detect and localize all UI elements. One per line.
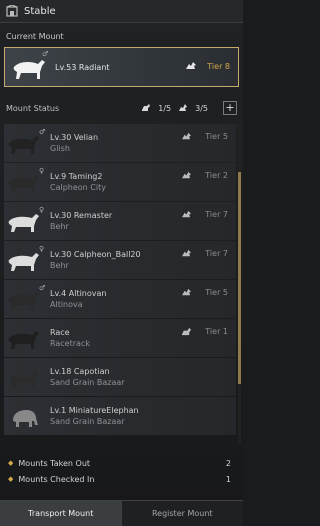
mount-location: Racetrack — [50, 338, 90, 348]
window-titlebar: Stable — [0, 0, 243, 23]
mount-row[interactable]: ♀ Lv.9 Taming2 Calpheon City Tier 2 — [4, 163, 236, 201]
winged-horse-icon — [186, 62, 197, 69]
bottom-tabs: Transport Mount Register Mount — [0, 500, 243, 526]
mount-row[interactable]: ♂ Lv.4 Altinovan Altinova Tier 5 — [4, 280, 236, 318]
current-mount-tier: Tier 8 — [185, 61, 230, 71]
mount-list-scrollbar[interactable] — [238, 124, 241, 444]
winged-count-icon — [179, 104, 188, 111]
window-title: Stable — [24, 5, 56, 17]
mount-list: ♂ Lv.30 Velian Glish Tier 5 ♀ Lv.9 Taming… — [4, 124, 236, 444]
stable-icon — [6, 5, 18, 17]
horse-icon — [8, 252, 39, 271]
mount-row[interactable]: Race Racetrack Tier 1 — [4, 319, 236, 357]
current-mount-name: Lv.53 Radiant — [55, 62, 110, 72]
mount-name: Lv.18 Capotian — [50, 366, 110, 376]
mount-location: Behr — [50, 221, 69, 231]
mount-tier: Tier 5 — [181, 132, 228, 141]
horse-icon — [8, 330, 39, 349]
current-mount-label: Current Mount — [6, 32, 64, 41]
current-mount-card[interactable]: ♂ Lv.53 Radiant Tier 8 — [4, 47, 239, 87]
mount-row[interactable]: Lv.18 Capotian Sand Grain Bazaar — [4, 358, 236, 396]
mount-name: Lv.9 Taming2 — [50, 171, 103, 181]
mount-location: Sand Grain Bazaar — [50, 416, 125, 426]
gender-icon: ♂ — [39, 128, 46, 136]
mount-count-1: 1/5 — [158, 103, 172, 113]
mount-status-header: Mount Status 1/5 3/5 + — [0, 87, 243, 119]
summary-checked-value: 1 — [225, 474, 231, 484]
horse-count-icon — [142, 104, 151, 111]
mount-count-2: 3/5 — [195, 103, 208, 113]
winged-horse-icon — [182, 210, 192, 218]
mount-location: Behr — [50, 260, 69, 270]
mount-summary: ◆ Mounts Taken Out 2 ◆ Mounts Checked In… — [4, 455, 239, 487]
winged-horse-icon — [182, 171, 192, 179]
horse-icon — [8, 174, 39, 193]
add-mount-button[interactable]: + — [223, 101, 237, 115]
horse-icon — [8, 135, 39, 154]
transport-mount-tab[interactable]: Transport Mount — [0, 501, 122, 526]
mount-name: Race — [50, 327, 70, 337]
mount-tier: Tier 1 — [181, 327, 228, 336]
mount-status-label: Mount Status — [6, 103, 60, 113]
mount-location: Sand Grain Bazaar — [50, 377, 125, 387]
mount-tier: Tier 7 — [181, 210, 228, 219]
mount-row[interactable]: ♂ Lv.30 Velian Glish Tier 5 — [4, 124, 236, 162]
current-mount-tier-text: Tier 8 — [207, 61, 230, 71]
mount-row[interactable]: ♀ Lv.30 Calpheon_Ball20 Behr Tier 7 — [4, 241, 236, 279]
horse-icon — [8, 291, 39, 310]
gender-icon: ♂ — [42, 50, 49, 58]
diamond-bullet-icon: ◆ — [8, 459, 14, 467]
mount-location: Glish — [50, 143, 70, 153]
scrollbar-thumb[interactable] — [238, 172, 241, 384]
mount-row[interactable]: Lv.1 MiniatureElephan Sand Grain Bazaar — [4, 397, 236, 435]
mount-location: Altinova — [50, 299, 83, 309]
horse-icon — [8, 213, 39, 232]
winged-horse-icon — [182, 132, 192, 140]
winged-horse-icon — [182, 249, 192, 257]
register-mount-tab[interactable]: Register Mount — [121, 501, 243, 526]
horse-head-icon — [182, 327, 192, 336]
mount-counts: 1/5 3/5 + — [141, 101, 237, 115]
winged-horse-icon — [182, 288, 192, 296]
gender-icon: ♀ — [39, 245, 45, 253]
gender-icon: ♂ — [39, 284, 46, 292]
summary-checked-label: Mounts Checked In — [18, 474, 95, 484]
mount-name: Lv.4 Altinovan — [50, 288, 107, 298]
summary-taken-value: 2 — [225, 458, 231, 468]
camel-icon — [10, 369, 38, 388]
summary-checked-row: ◆ Mounts Checked In 1 — [4, 471, 239, 487]
mount-name: Lv.30 Calpheon_Ball20 — [50, 249, 141, 259]
stable-window: Stable Current Mount ♂ Lv.53 Radiant Tie… — [0, 0, 243, 526]
summary-taken-label: Mounts Taken Out — [18, 458, 91, 468]
diamond-bullet-icon: ◆ — [8, 475, 14, 483]
gender-icon: ♀ — [39, 167, 45, 175]
mount-tier: Tier 7 — [181, 249, 228, 258]
mount-location: Calpheon City — [50, 182, 106, 192]
elephant-icon — [13, 409, 38, 427]
summary-taken-row: ◆ Mounts Taken Out 2 — [4, 455, 239, 471]
gender-icon: ♀ — [39, 206, 45, 214]
mount-name: Lv.30 Velian — [50, 132, 99, 142]
mount-tier: Tier 2 — [181, 171, 228, 180]
mount-row[interactable]: ♀ Lv.30 Remaster Behr Tier 7 — [4, 202, 236, 240]
mount-name: Lv.30 Remaster — [50, 210, 113, 220]
mount-tier: Tier 5 — [181, 288, 228, 297]
mount-name: Lv.1 MiniatureElephan — [50, 405, 139, 415]
